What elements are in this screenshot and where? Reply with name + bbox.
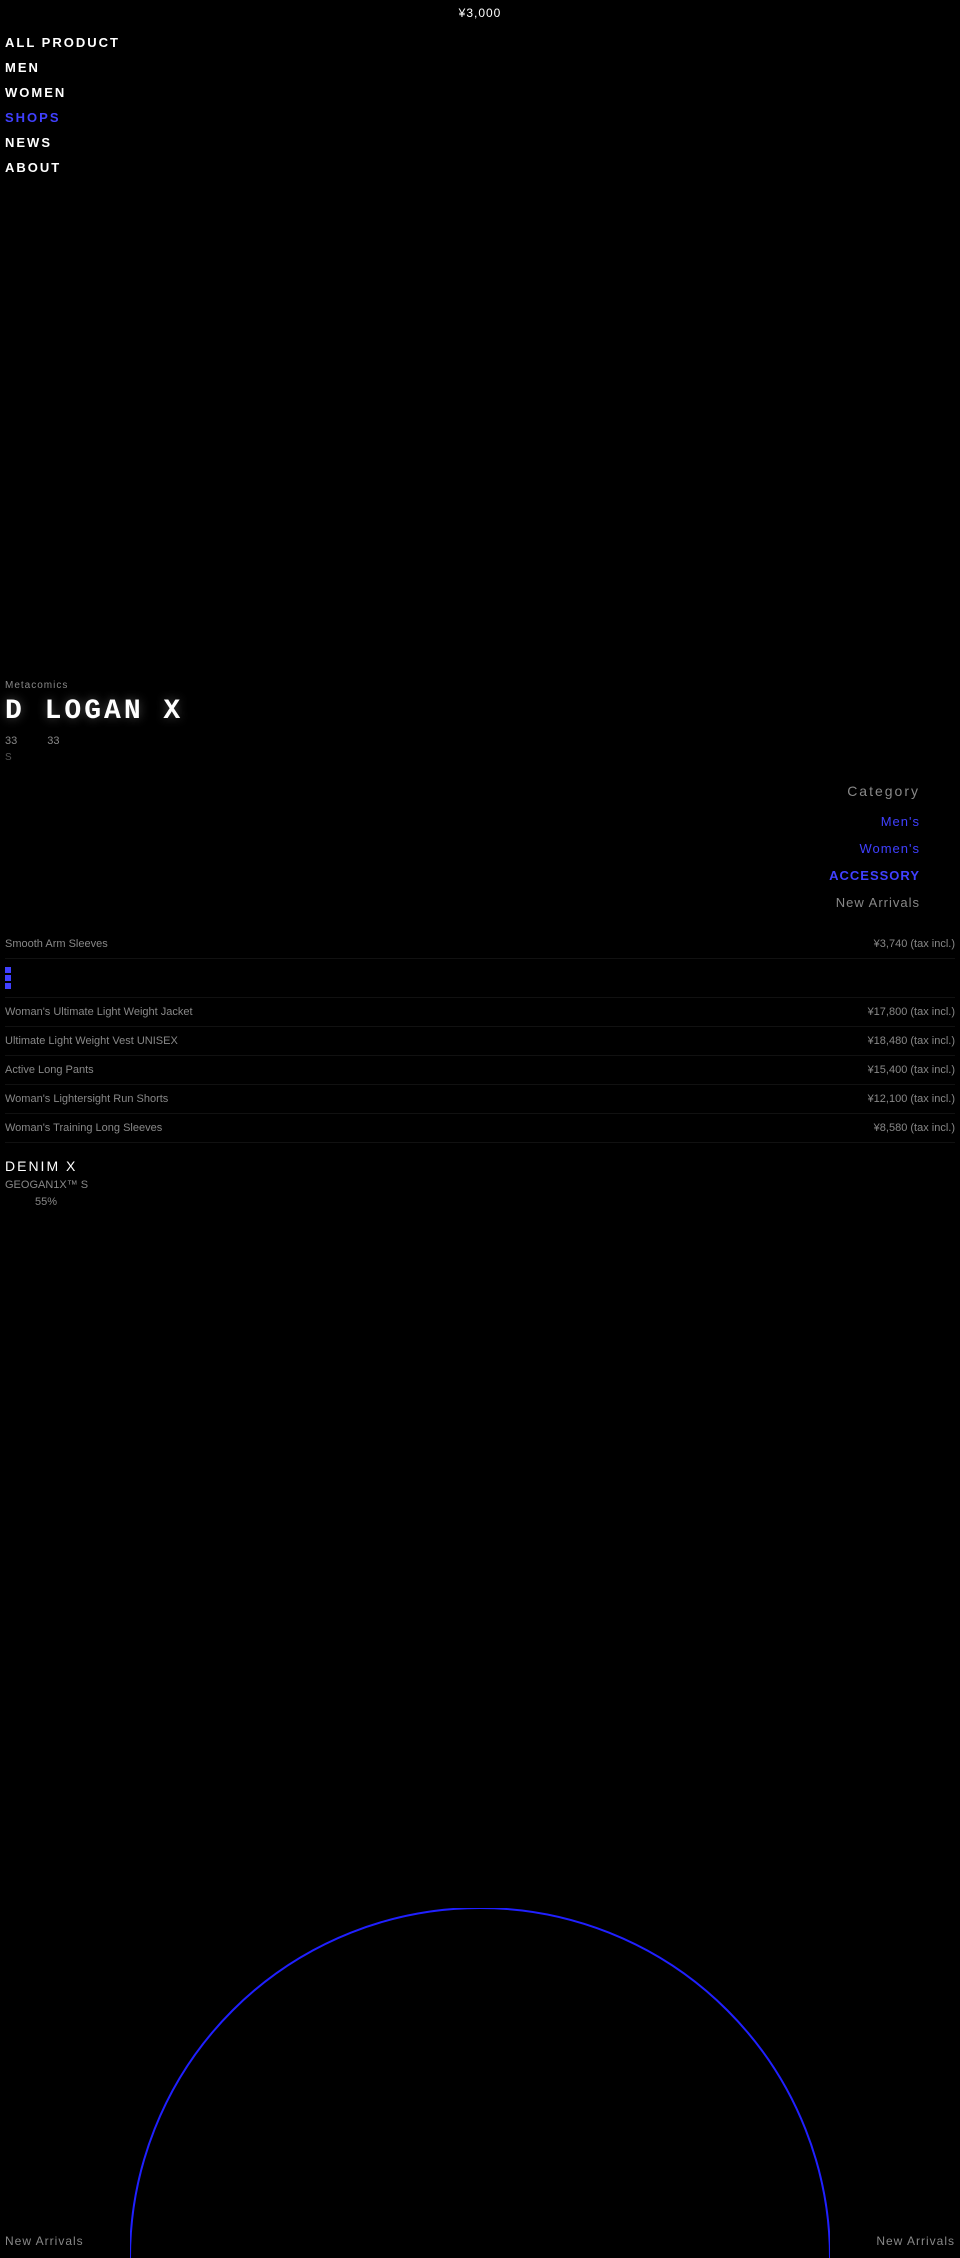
indicator-dot-3 xyxy=(5,983,11,989)
product-price-4: ¥12,100 (tax incl.) xyxy=(868,1093,955,1105)
product-price-2: ¥18,480 (tax incl.) xyxy=(868,1035,955,1047)
product-name-0: Smooth Arm Sleeves xyxy=(5,938,864,950)
nav-news[interactable]: NEWS xyxy=(5,135,960,150)
product-price-1: ¥17,800 (tax incl.) xyxy=(868,1006,955,1018)
brand-logo: D LOGAN X xyxy=(5,696,955,727)
product-name-2: Ultimate Light Weight Vest UNISEX xyxy=(5,1035,858,1047)
bottom-arc-container: New Arrivals New Arrivals xyxy=(0,1908,960,2258)
stat-2: 33 xyxy=(47,735,59,747)
stat-1: 33 xyxy=(5,735,17,747)
product-item-5: Woman's Training Long Sleeves ¥8,580 (ta… xyxy=(5,1114,955,1143)
product-indicators xyxy=(5,967,11,989)
category-new-arrivals[interactable]: New Arrivals xyxy=(836,895,920,910)
product-item-2: Ultimate Light Weight Vest UNISEX ¥18,48… xyxy=(5,1027,955,1056)
product-name-3: Active Long Pants xyxy=(5,1064,858,1076)
brand-stats: 33 33 xyxy=(5,735,955,747)
main-nav: ALL PRODUCT MEN WOMEN SHOPS NEWS ABOUT xyxy=(0,20,960,175)
product-price-5: ¥8,580 (tax incl.) xyxy=(874,1122,955,1134)
category-womens[interactable]: Women's xyxy=(859,841,920,856)
large-black-space xyxy=(0,1208,960,1908)
category-accessory[interactable]: ACCESSORY xyxy=(829,868,920,883)
denim-section: DENIM X GEOGAN1X™ S 55% xyxy=(0,1143,960,1208)
category-title: Category xyxy=(0,783,920,799)
category-list: Men's Women's ACCESSORY New Arrivals xyxy=(0,814,920,910)
nav-women[interactable]: WOMEN xyxy=(5,85,960,100)
product-name-4: Woman's Lightersight Run Shorts xyxy=(5,1093,858,1105)
header-price: ¥3,000 xyxy=(459,6,502,20)
metacomics-section: Metacomics D LOGAN X 33 33 S xyxy=(0,675,960,763)
nav-shops[interactable]: SHOPS xyxy=(5,110,960,125)
nav-men[interactable]: MEN xyxy=(5,60,960,75)
product-price-3: ¥15,400 (tax incl.) xyxy=(868,1064,955,1076)
denim-percent: 55% xyxy=(35,1196,955,1208)
denim-title: DENIM X xyxy=(5,1158,955,1174)
product-item-3: Active Long Pants ¥15,400 (tax incl.) xyxy=(5,1056,955,1085)
indicator-dot-1 xyxy=(5,967,11,973)
nav-about[interactable]: ABOUT xyxy=(5,160,960,175)
metacomics-label: Metacomics xyxy=(5,680,955,691)
category-mens[interactable]: Men's xyxy=(881,814,920,829)
nav-all-product[interactable]: ALL PRODUCT xyxy=(5,35,960,50)
category-section: Category Men's Women's ACCESSORY New Arr… xyxy=(0,763,960,910)
product-name-1: Woman's Ultimate Light Weight Jacket xyxy=(5,1006,858,1018)
product-name-5: Woman's Training Long Sleeves xyxy=(5,1122,864,1134)
bottom-new-arrivals-right: New Arrivals xyxy=(876,2234,955,2248)
product-price-0: ¥3,740 (tax incl.) xyxy=(874,938,955,950)
brand-desc: S xyxy=(5,752,955,763)
bottom-arc-svg xyxy=(130,1908,830,2258)
product-item-0: Smooth Arm Sleeves ¥3,740 (tax incl.) xyxy=(5,930,955,959)
products-section: Smooth Arm Sleeves ¥3,740 (tax incl.) Wo… xyxy=(0,910,960,1143)
product-item-1: Woman's Ultimate Light Weight Jacket ¥17… xyxy=(5,998,955,1027)
denim-subtitle: GEOGAN1X™ S xyxy=(5,1179,955,1191)
indicator-dot-2 xyxy=(5,975,11,981)
hero-area xyxy=(0,175,960,675)
product-item-4: Woman's Lightersight Run Shorts ¥12,100 … xyxy=(5,1085,955,1114)
bottom-new-arrivals-left: New Arrivals xyxy=(5,2234,84,2248)
header: ¥3,000 xyxy=(0,0,960,20)
product-item-indicators xyxy=(5,959,955,998)
